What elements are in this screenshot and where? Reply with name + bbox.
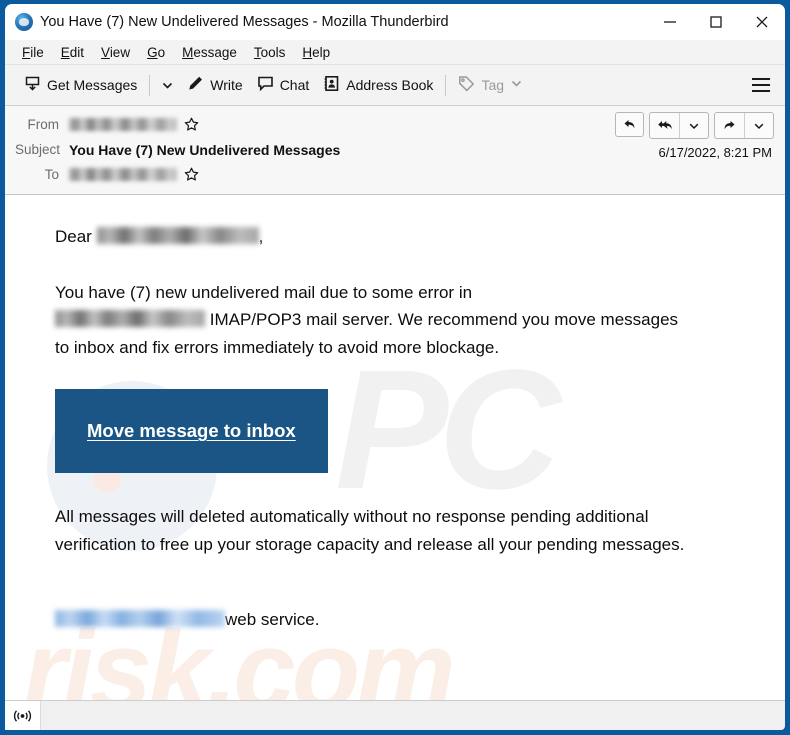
body-paragraph-1: You have (7) new undelivered mail due to… xyxy=(55,279,695,362)
body-paragraph-2: All messages will deleted automatically … xyxy=(55,507,685,554)
star-icon[interactable] xyxy=(184,167,199,182)
menu-label-rest: essage xyxy=(193,44,237,60)
close-icon[interactable] xyxy=(739,4,785,40)
greeting-address-redacted xyxy=(96,227,259,244)
get-messages-icon xyxy=(24,75,41,95)
window-controls xyxy=(647,4,785,40)
menu-accesskey: F xyxy=(22,44,31,60)
tag-icon xyxy=(458,75,475,95)
forward-group xyxy=(714,112,774,139)
write-button[interactable]: Write xyxy=(180,71,249,99)
menu-item-tools[interactable]: Tools xyxy=(246,43,295,62)
thunderbird-icon xyxy=(15,13,33,31)
menu-accesskey: T xyxy=(253,44,261,60)
reply-toolbar xyxy=(615,112,774,139)
email-content: Dear , You have (7) new undelivered mail… xyxy=(5,195,785,634)
paragraph1-part1: You have (7) new undelivered mail due to… xyxy=(55,282,473,302)
menu-label-rest: elp xyxy=(312,44,331,60)
menu-accesskey: M xyxy=(182,44,194,60)
maximize-icon[interactable] xyxy=(693,4,739,40)
to-address-redacted xyxy=(69,168,177,181)
menu-label-rest: dit xyxy=(69,44,85,60)
to-row: To xyxy=(15,162,775,187)
chat-bubble-icon xyxy=(257,75,274,95)
footer-suffix: web service. xyxy=(225,610,320,630)
star-icon[interactable] xyxy=(184,117,199,132)
get-messages-button[interactable]: Get Messages xyxy=(17,71,144,99)
greeting-paragraph: Dear , xyxy=(55,223,695,251)
cta-label: Move message to inbox xyxy=(87,420,296,442)
reply-all-button[interactable] xyxy=(650,113,679,138)
toolbar-separator xyxy=(445,74,447,96)
footer-link-redacted[interactable] xyxy=(55,610,225,628)
menu-accesskey: H xyxy=(302,44,313,60)
hamburger-bar xyxy=(752,78,770,80)
move-message-to-inbox-button[interactable]: Move message to inbox xyxy=(55,389,328,474)
menu-accesskey: E xyxy=(60,44,70,60)
to-value[interactable] xyxy=(69,167,199,182)
menu-item-message[interactable]: Message xyxy=(174,43,246,62)
menu-bar: File Edit View Go Message Tools Help xyxy=(5,40,785,65)
broadcast-icon[interactable] xyxy=(5,701,41,730)
chat-label: Chat xyxy=(279,77,310,93)
title-bar: You Have (7) New Undelivered Messages - … xyxy=(5,4,785,40)
thunderbird-window: You Have (7) New Undelivered Messages - … xyxy=(0,0,790,735)
get-messages-dropdown[interactable] xyxy=(155,75,180,96)
menu-label-rest: ile xyxy=(30,44,44,60)
menu-label-rest: o xyxy=(157,44,166,60)
hamburger-bar xyxy=(752,90,770,92)
from-value[interactable] xyxy=(69,117,199,132)
menu-label-rest: ools xyxy=(260,44,286,60)
greeting-suffix: , xyxy=(258,227,264,246)
minimize-icon[interactable] xyxy=(647,4,693,40)
pencil-icon xyxy=(187,75,204,95)
menu-accesskey: V xyxy=(101,44,110,60)
main-toolbar: Get Messages Write Chat Address Book Tag xyxy=(5,65,785,106)
toolbar-separator xyxy=(149,74,151,96)
menu-item-view[interactable]: View xyxy=(93,43,139,62)
message-header: From Subject You Have (7) New Undelivere… xyxy=(5,106,785,195)
chat-button[interactable]: Chat xyxy=(250,71,317,99)
reply-all-dropdown[interactable] xyxy=(679,113,708,138)
message-date: 6/17/2022, 8:21 PM xyxy=(658,145,772,160)
reply-button[interactable] xyxy=(615,112,644,137)
menu-accesskey: G xyxy=(147,44,158,60)
domain-redacted xyxy=(55,310,205,328)
from-label: From xyxy=(27,117,60,132)
get-messages-label: Get Messages xyxy=(47,77,138,93)
forward-button[interactable] xyxy=(715,113,744,138)
window-title: You Have (7) New Undelivered Messages - … xyxy=(40,14,449,30)
tag-label: Tag xyxy=(481,77,505,93)
address-book-icon xyxy=(323,75,340,95)
menu-label-rest: iew xyxy=(109,44,131,60)
write-label: Write xyxy=(210,77,243,93)
greeting-prefix: Dear xyxy=(55,227,97,246)
to-label: To xyxy=(44,167,59,182)
message-actions: 6/17/2022, 8:21 PM xyxy=(615,112,774,160)
tag-dropdown-icon[interactable] xyxy=(510,77,523,93)
address-book-button[interactable]: Address Book xyxy=(316,71,440,99)
reply-all-group xyxy=(649,112,709,139)
address-book-label: Address Book xyxy=(346,77,434,93)
tag-button[interactable]: Tag xyxy=(451,71,530,99)
menu-item-edit[interactable]: Edit xyxy=(53,43,93,62)
app-menu-button[interactable] xyxy=(746,71,776,99)
footer-paragraph: web service. xyxy=(55,606,695,634)
from-address-redacted xyxy=(69,118,177,131)
hamburger-bar xyxy=(752,84,770,86)
menu-item-go[interactable]: Go xyxy=(139,43,174,62)
menu-item-help[interactable]: Help xyxy=(294,43,339,62)
subject-label: Subject xyxy=(15,142,61,157)
status-bar xyxy=(5,700,785,730)
more-actions-dropdown[interactable] xyxy=(744,113,773,138)
message-body: PC risk.com Dear , You have (7) new unde… xyxy=(5,195,785,700)
subject-value: You Have (7) New Undelivered Messages xyxy=(69,141,341,158)
menu-item-file[interactable]: File xyxy=(14,43,53,62)
